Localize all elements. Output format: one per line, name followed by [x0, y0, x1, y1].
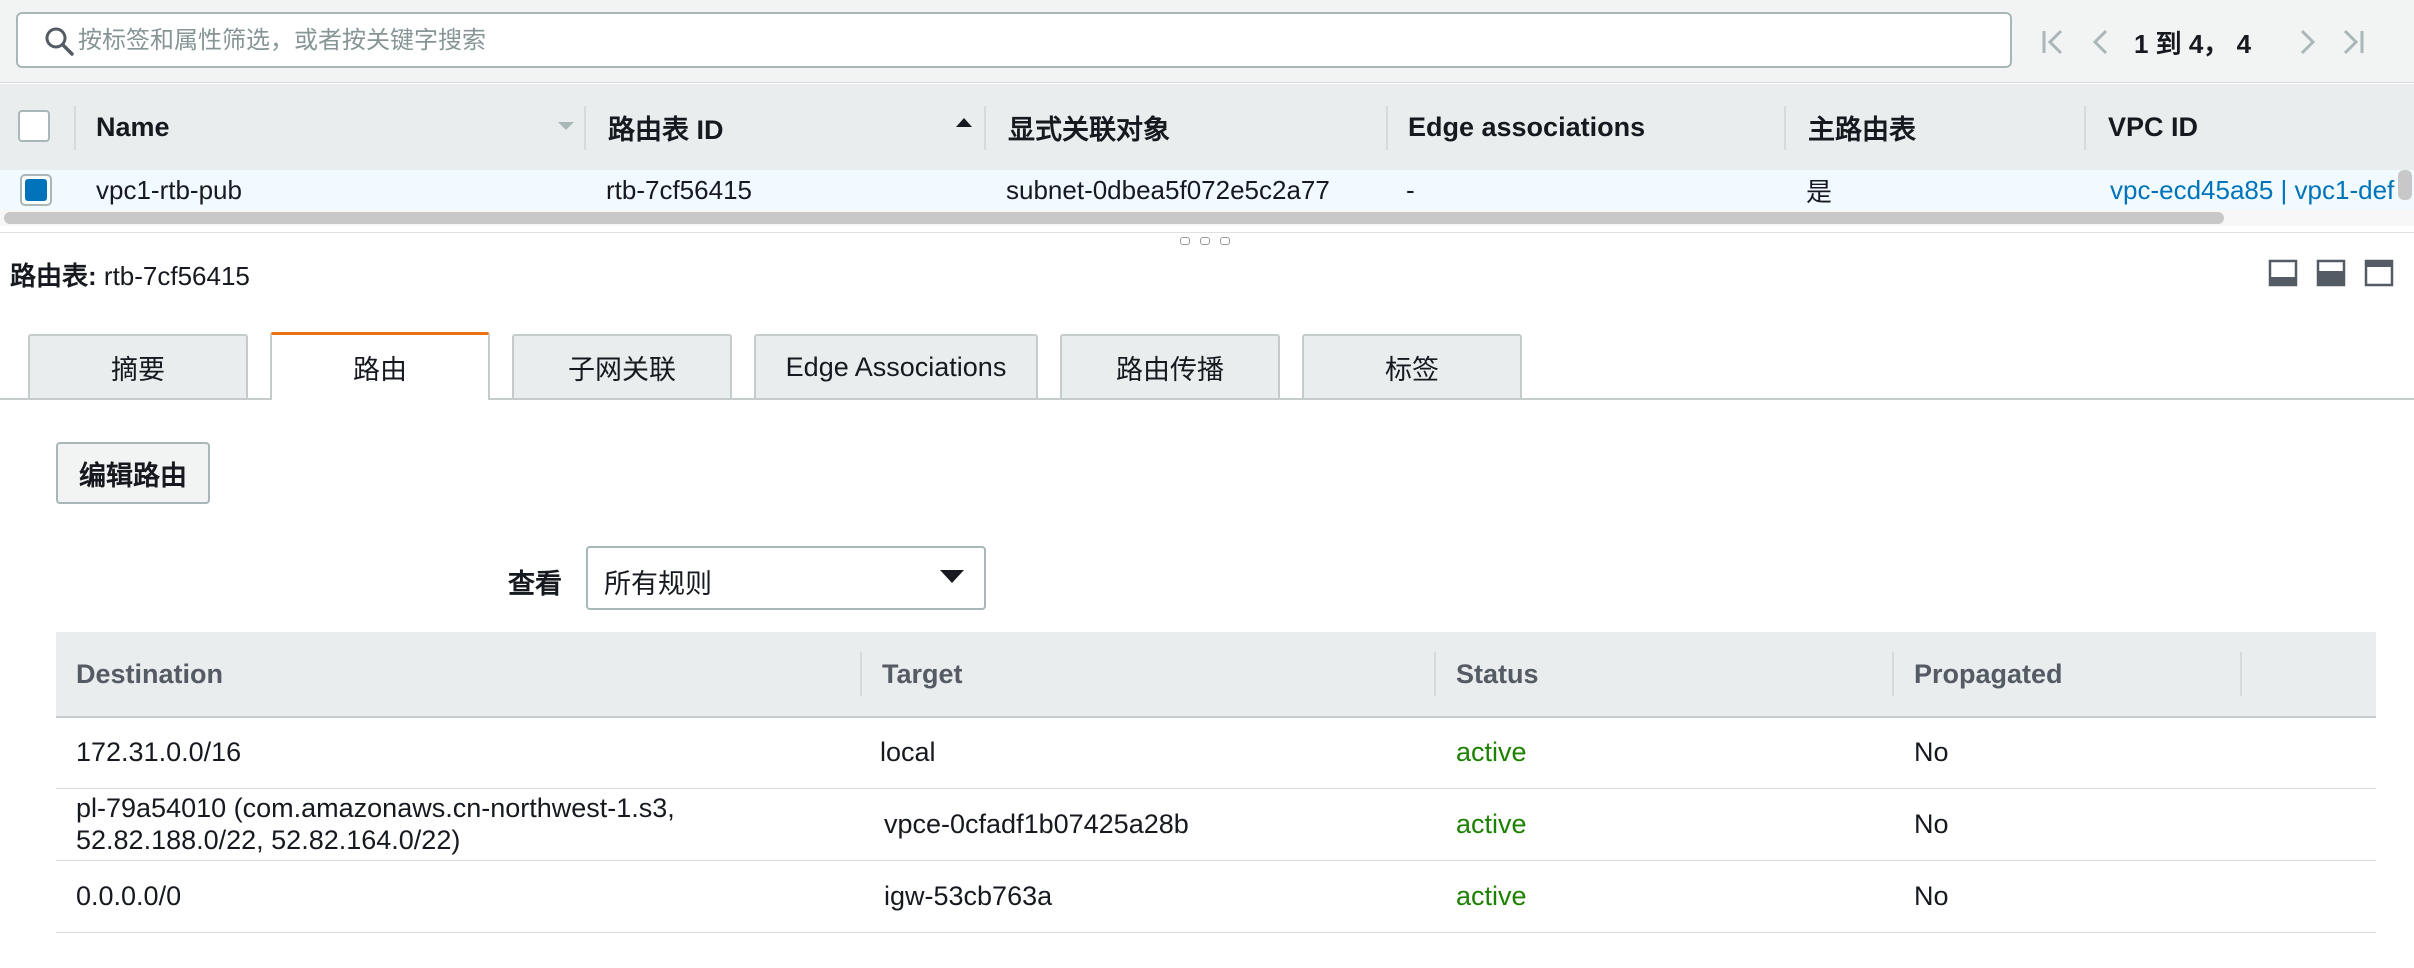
column-header-label: 路由表 ID: [608, 114, 724, 145]
column-header-label: Edge associations: [1408, 111, 1646, 142]
cell-status: active: [1456, 737, 1527, 767]
column-header-main[interactable]: 主路由表: [1786, 84, 2086, 170]
vpc-endpoint-link[interactable]: vpce-0cfadf1b07425a28b: [864, 788, 1438, 860]
search-icon: [45, 27, 74, 56]
route-table-grid-header: Name 路由表 ID 显式关联对象 Edge associations 主路由…: [0, 84, 2414, 171]
cell-explicit-associations: subnet-0dbea5f072e5c2a77: [1006, 174, 1330, 205]
detail-title-value: rtb-7cf56415: [103, 261, 250, 291]
previous-page-icon[interactable]: [2084, 22, 2118, 62]
cell-edge-associations: -: [1406, 174, 1415, 205]
column-divider[interactable]: [2240, 652, 2242, 696]
table-row: pl-79a54010 (com.amazonaws.cn-northwest-…: [56, 788, 2376, 861]
cell-propagated: No: [1914, 809, 1949, 839]
column-header-label: 主路由表: [1808, 114, 1916, 145]
cell-target: local: [880, 737, 936, 767]
table-row: 172.31.0.0/16 local active No: [56, 716, 2376, 789]
column-header-label: 显式关联对象: [1008, 114, 1170, 145]
checkbox-checked-fill: [25, 179, 47, 201]
internet-gateway-link[interactable]: igw-53cb763a: [864, 860, 1438, 932]
tab-route-propagation[interactable]: 路由传播: [1060, 334, 1280, 398]
column-header-target[interactable]: Target: [862, 632, 1436, 716]
column-header-label: VPC ID: [2108, 111, 2199, 142]
cell-destination: 0.0.0.0/0: [76, 881, 182, 911]
caret-down-icon: [940, 570, 964, 583]
pane-splitter[interactable]: [0, 232, 2414, 247]
search-box[interactable]: [16, 12, 2012, 68]
vpc-id-link[interactable]: vpc-ecd45a85 | vpc1-def: [2110, 170, 2410, 210]
view-filter-select[interactable]: 所有规则: [586, 546, 986, 610]
pane-maximize-icon[interactable]: [2364, 258, 2394, 288]
column-header-propagated[interactable]: Propagated: [1894, 632, 2240, 716]
sort-down-icon[interactable]: [558, 122, 574, 130]
tab-edge-associations[interactable]: Edge Associations: [754, 334, 1038, 398]
row-checkbox[interactable]: [20, 174, 52, 206]
cell-destination: 172.31.0.0/16: [76, 737, 242, 767]
tab-subnet-associations[interactable]: 子网关联: [512, 334, 732, 398]
detail-title-label: 路由表:: [10, 261, 97, 291]
grip-dot-icon: [1220, 237, 1230, 245]
column-header-label: Name: [96, 111, 170, 142]
tab-summary[interactable]: 摘要: [28, 334, 248, 398]
first-page-icon[interactable]: [2036, 22, 2070, 62]
cell-destination: pl-79a54010 (com.amazonaws.cn-northwest-…: [76, 793, 675, 855]
cell-propagated: No: [1914, 881, 1949, 911]
pane-minimize-icon[interactable]: [2268, 258, 2298, 288]
view-filter-label: 查看: [508, 569, 562, 599]
pagination-text: 1 到 4， 4: [2134, 29, 2252, 59]
column-header-edge-associations[interactable]: Edge associations: [1386, 84, 1786, 170]
column-header-name[interactable]: Name: [74, 84, 584, 170]
routes-table-header: Destination Target Status Propagated: [56, 632, 2376, 718]
column-header-explicit-associations[interactable]: 显式关联对象: [986, 84, 1386, 170]
cell-main: 是: [1806, 176, 1833, 207]
table-row[interactable]: vpc1-rtb-pub rtb-7cf56415 subnet-0dbea5f…: [0, 170, 2414, 210]
grip-dot-icon: [1180, 237, 1190, 245]
vertical-scrollbar[interactable]: [2398, 170, 2412, 200]
view-filter-value: 所有规则: [604, 569, 712, 599]
horizontal-scrollbar[interactable]: [4, 212, 2224, 224]
select-all-checkbox[interactable]: [18, 110, 50, 142]
filter-bar: 1 到 4， 4: [0, 0, 2414, 83]
tab-tags[interactable]: 标签: [1302, 334, 1522, 398]
cell-propagated: No: [1914, 737, 1949, 767]
cell-route-table-id: rtb-7cf56415: [606, 174, 752, 205]
detail-title: 路由表: rtb-7cf56415: [10, 256, 250, 293]
sort-up-icon[interactable]: [956, 118, 972, 127]
tab-routes[interactable]: 路由: [270, 332, 490, 400]
column-header-route-table-id[interactable]: 路由表 ID: [586, 84, 986, 170]
cell-status: active: [1456, 809, 1527, 839]
next-page-icon[interactable]: [2290, 22, 2324, 62]
last-page-icon[interactable]: [2336, 22, 2370, 62]
pane-split-icon[interactable]: [2316, 258, 2346, 288]
horizontal-scrollbar-track[interactable]: [0, 210, 2414, 226]
column-header-vpc-id[interactable]: VPC ID: [2086, 84, 2414, 170]
column-header-status[interactable]: Status: [1436, 632, 1894, 716]
cell-name: vpc1-rtb-pub: [96, 174, 242, 205]
cell-status: active: [1456, 881, 1527, 911]
edit-routes-button[interactable]: 编辑路由: [56, 442, 210, 504]
table-row: 0.0.0.0/0 igw-53cb763a active No: [56, 860, 2376, 933]
grip-dot-icon: [1200, 237, 1210, 245]
search-input[interactable]: [76, 20, 1980, 62]
column-header-destination[interactable]: Destination: [56, 632, 862, 716]
